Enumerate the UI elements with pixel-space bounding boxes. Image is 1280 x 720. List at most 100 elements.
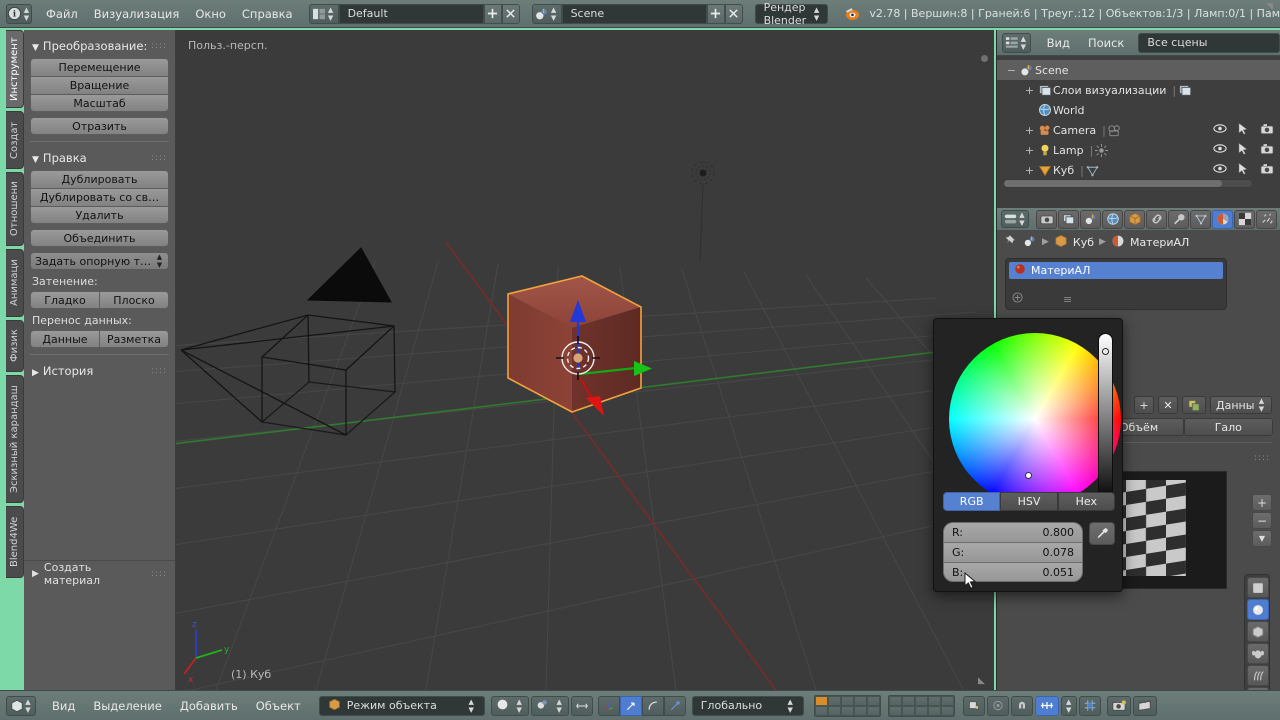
rotate-manipulator-button[interactable] [641,695,664,716]
scene-tab[interactable] [1080,209,1101,229]
transform-panel-header[interactable]: ▼ Преобразование: :::: [30,36,169,58]
tab-grease-pencil[interactable]: Эскизный карандаш [6,375,24,503]
tab-relations[interactable]: Отношени [6,172,24,246]
join-button[interactable]: Объединить [30,229,169,247]
make-material-panel-header[interactable]: ▶ Создать материал :::: [24,560,176,587]
expander-icon[interactable]: − [1005,64,1018,77]
layer-cell[interactable] [866,705,880,716]
render-still-icon[interactable] [1106,695,1131,716]
preview-flat-button[interactable] [1247,577,1269,598]
scene-layers-first-group[interactable] [813,694,881,717]
viewport-menu-add[interactable]: Добавить [172,695,246,717]
pin-icon[interactable] [1005,234,1018,250]
snap-target-icon[interactable] [1078,695,1101,716]
layer-cell[interactable] [814,705,828,716]
transfer-layout-button[interactable]: Разметка [99,330,169,348]
layer-cell[interactable] [853,705,867,716]
eyedropper-icon[interactable] [1089,522,1115,545]
outliner-row-lamp[interactable]: + Lamp | [997,140,1280,160]
delete-scene-button[interactable] [724,3,743,24]
viewport-menu-view[interactable]: Вид [44,695,83,717]
value-slider[interactable] [1098,333,1113,505]
field-red[interactable]: R: 0.800 [943,522,1083,542]
layer-cell[interactable] [914,705,928,716]
unlink-material-button[interactable]: ✕ [1158,396,1178,414]
layer-cell[interactable] [853,695,867,706]
delete-screen-button[interactable] [501,3,520,24]
preview-hair-button[interactable] [1247,665,1269,686]
layer-cell[interactable] [866,695,880,706]
layer-cell[interactable] [814,695,828,706]
expander-icon[interactable]: + [1023,144,1036,157]
layer-cell[interactable] [827,695,841,706]
render-animation-icon[interactable] [1132,695,1157,716]
renderability-camera-icon[interactable] [1260,163,1274,178]
render-tab[interactable] [1036,209,1057,229]
outliner-row-scene[interactable]: − Scene [997,60,1280,80]
scene-icon[interactable]: ▲ ▼ [531,3,562,24]
halo-type-button[interactable]: Гало [1183,418,1273,436]
corner-grip-icon[interactable]: ◥ [1266,2,1273,12]
translate-button[interactable]: Перемещение [30,58,169,76]
layer-cell[interactable] [901,695,915,706]
constraints-tab[interactable] [1146,209,1167,229]
outliner-row-render-layers[interactable]: + Слои визуализации | [997,80,1280,100]
texture-tab[interactable] [1234,209,1255,229]
mirror-button[interactable]: Отразить [30,117,169,135]
material-tab[interactable] [1212,209,1233,229]
slot-resize-grip-icon[interactable]: ≡ [1063,293,1072,306]
proportional-edit-icon[interactable] [986,695,1009,716]
expander-icon[interactable]: + [1023,124,1036,137]
camera-data-icon[interactable] [1106,123,1123,138]
menu-render[interactable]: Визуализация [86,3,188,25]
tab-hsv[interactable]: HSV [1000,492,1058,511]
scale-manipulator-button[interactable] [663,695,686,716]
snap-element-button[interactable] [1034,695,1059,716]
set-origin-dropdown[interactable]: Задать опорную т… ▲ ▼ [30,252,169,270]
duplicate-linked-button[interactable]: Дублировать со св… [30,188,169,206]
outliner-menu-view[interactable]: Вид [1039,32,1078,54]
layer-cell[interactable] [940,705,954,716]
scale-button[interactable]: Масштаб [30,94,169,112]
color-wheel-cursor[interactable] [1025,472,1032,479]
layer-cell[interactable] [840,705,854,716]
color-picker-popup[interactable]: RGB HSV Hex R: 0.800 G: 0.078 B: 0.051 [933,318,1123,592]
render-layers-tab[interactable] [1058,209,1079,229]
view3d-editor-icon[interactable]: ▲ ▼ [6,695,36,716]
preview-cube-button[interactable] [1247,621,1269,642]
renderability-camera-icon[interactable] [1260,143,1274,158]
slot-specials-menu-button[interactable]: ▼ [1252,530,1272,547]
viewport-menu-select[interactable]: Выделение [85,695,170,717]
menu-file[interactable]: Файл [38,3,86,25]
outliner-tree[interactable]: − Scene + Слои визуализации | World + Ca… [997,56,1280,192]
renderability-camera-icon[interactable] [1260,123,1274,138]
menu-window[interactable]: Окно [187,3,234,25]
viewport-menu-object[interactable]: Объект [248,695,309,717]
tab-animation[interactable]: Анимаци [6,249,24,317]
copy-data-icon[interactable] [1182,396,1206,414]
outliner-row-camera[interactable]: + Camera | [997,120,1280,140]
add-slot-button[interactable]: + [1252,494,1272,511]
outliner-display-mode[interactable]: Все сцены [1138,32,1280,53]
transform-orientation-dropdown[interactable]: Глобально ▲ ▼ [691,695,804,716]
tab-tools[interactable]: Инструмент [6,30,24,108]
lamp-data-icon[interactable] [1093,143,1110,158]
new-material-button[interactable]: + [1134,396,1154,414]
breadcrumb-scene-icon[interactable] [1023,234,1037,251]
selectability-cursor-icon[interactable] [1238,162,1249,178]
selectability-cursor-icon[interactable] [1238,142,1249,158]
tab-blend4web[interactable]: Blend4We [6,506,24,578]
layer-cell[interactable] [940,695,954,706]
outliner-row-world[interactable]: World [997,100,1280,120]
material-slot-list[interactable]: МатериАЛ ≡ [1005,258,1227,310]
corner-grip-icon[interactable]: ◣ [978,676,985,686]
expander-icon[interactable]: + [1023,84,1036,97]
particles-tab[interactable] [1256,209,1277,229]
shade-smooth-button[interactable]: Гладко [30,291,99,309]
visibility-eye-icon[interactable] [1213,123,1227,137]
expander-icon[interactable]: + [1023,164,1036,177]
delete-button[interactable]: Удалить [30,206,169,224]
transfer-data-button[interactable]: Данные [30,330,99,348]
modifiers-tab[interactable] [1168,209,1189,229]
world-tab[interactable] [1102,209,1123,229]
